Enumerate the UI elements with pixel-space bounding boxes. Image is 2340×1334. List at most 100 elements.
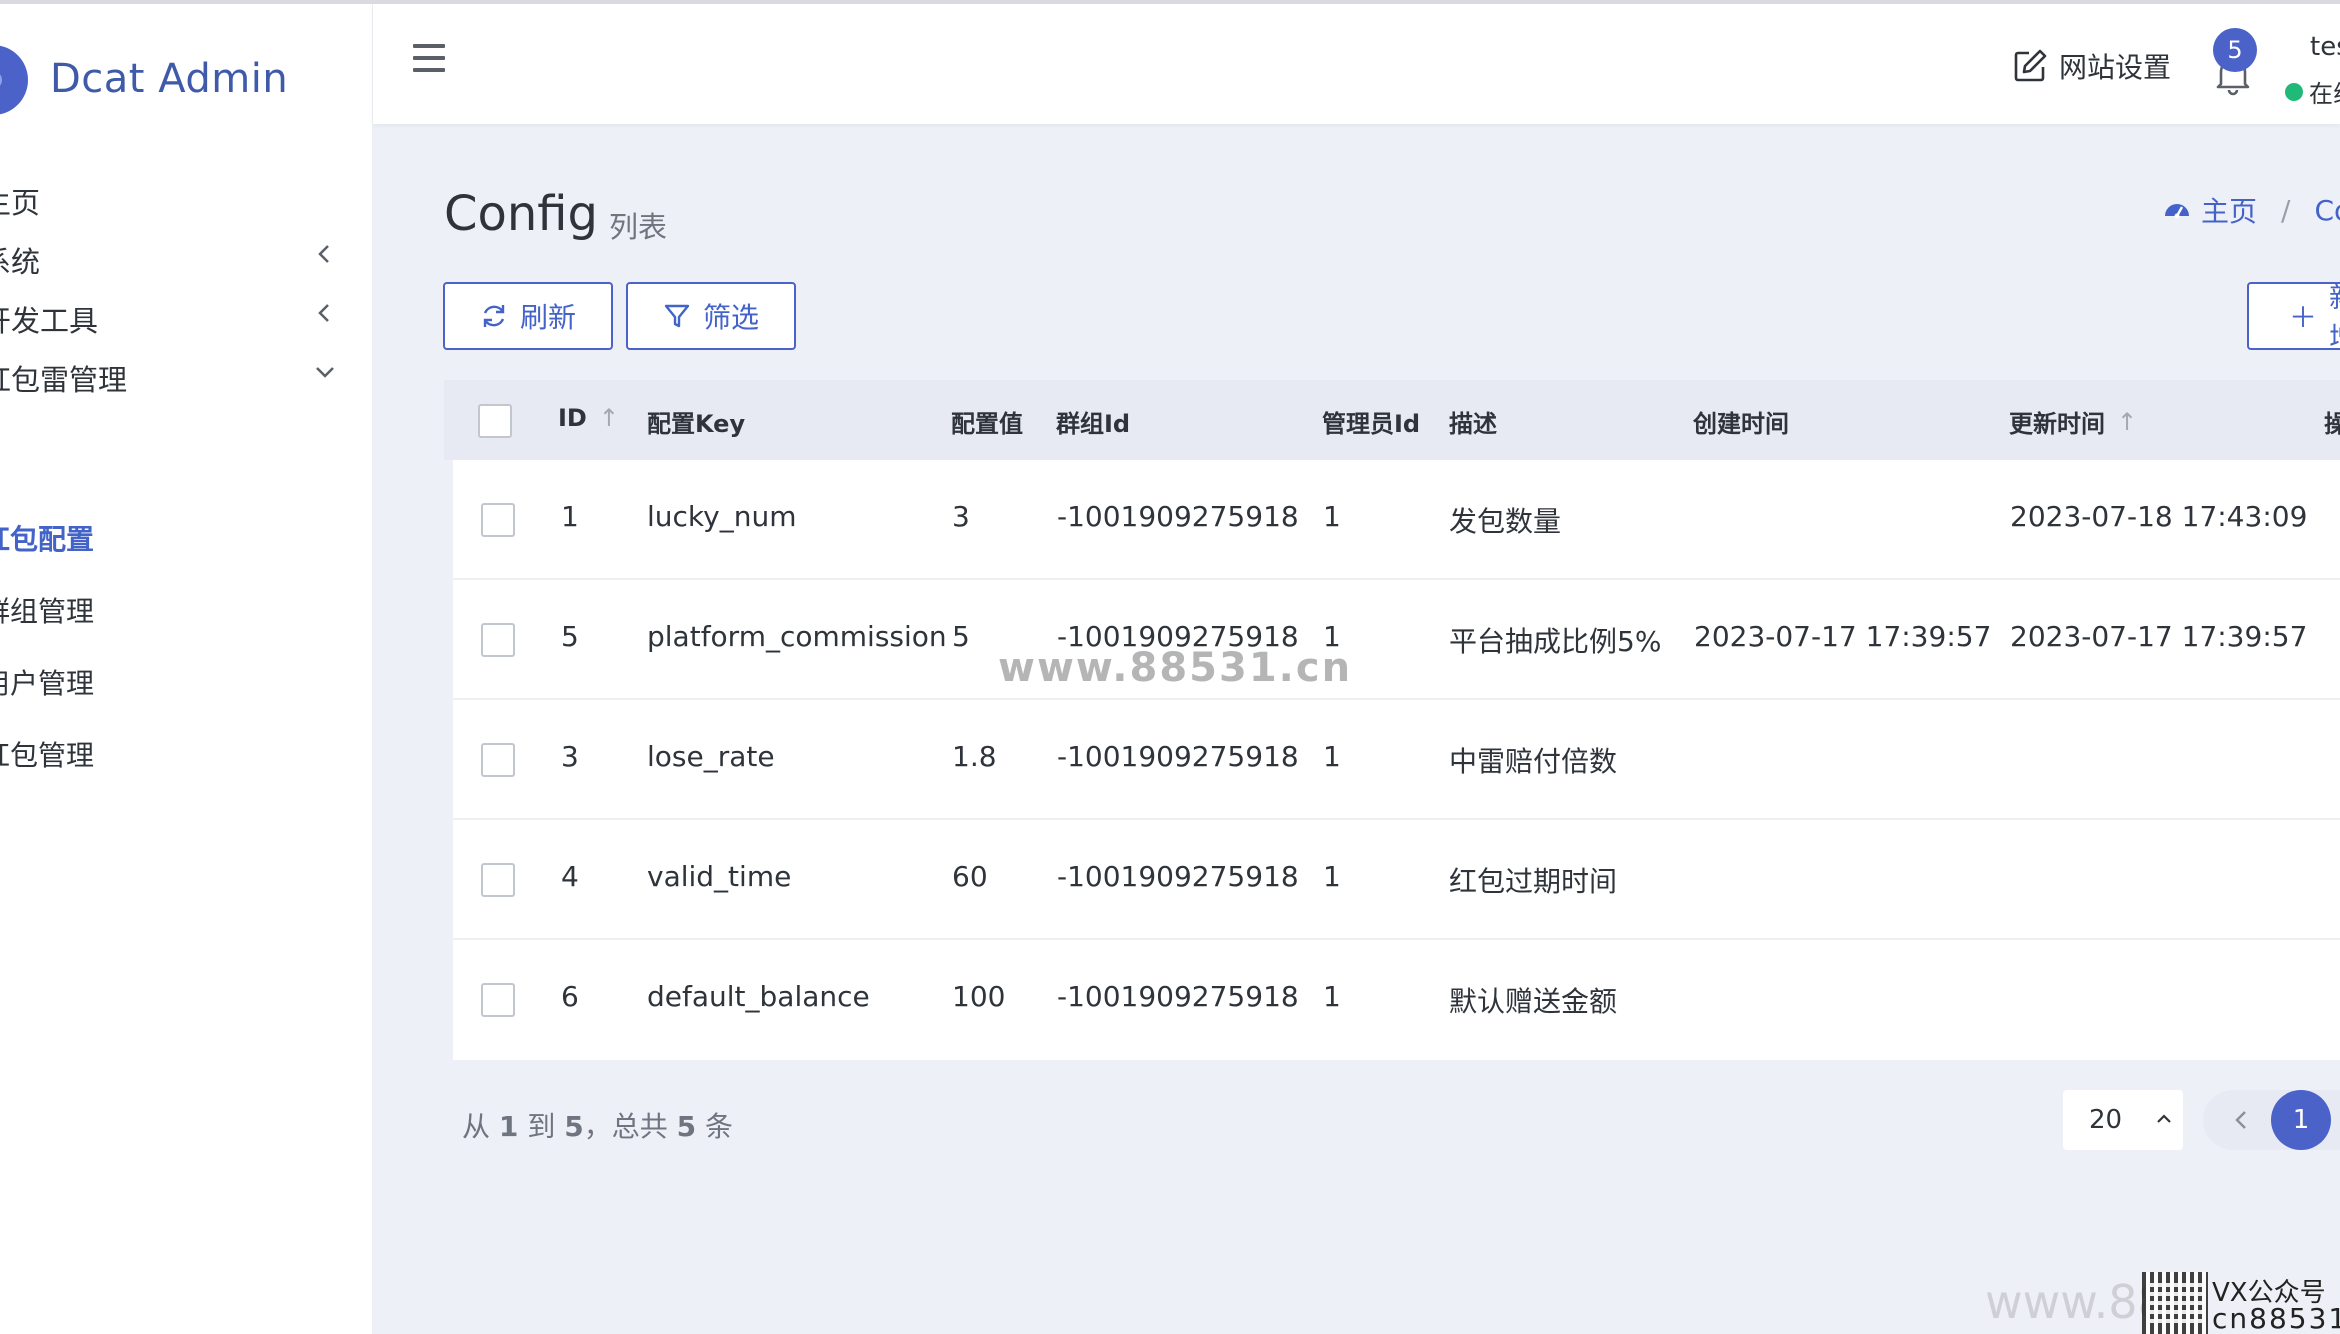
watermark-center: www.88531.cn — [998, 645, 1353, 691]
refresh-button[interactable]: 刷新 — [443, 282, 613, 350]
page-title: Config — [444, 186, 599, 242]
page-button-current[interactable]: 1 — [2271, 1090, 2331, 1150]
refresh-label: 刷新 — [519, 301, 576, 334]
cell-key: platform_commission — [647, 620, 947, 653]
cell-id: 4 — [561, 860, 579, 893]
chevron-left-icon — [318, 304, 329, 322]
notification-badge: 5 — [2213, 28, 2257, 72]
page-subtitle: 列表 — [609, 210, 668, 244]
sidebar-item-dev-tools[interactable]: 开发工具 — [0, 286, 373, 346]
filter-icon — [664, 304, 690, 328]
sidebar-subitem-group-mgmt[interactable]: 群组管理 — [0, 582, 373, 634]
cell-id: 1 — [561, 500, 579, 533]
breadcrumb-separator: / — [2281, 193, 2291, 227]
per-page-select[interactable]: 20 — [2063, 1090, 2183, 1150]
cell-group-id: -1001909275918 — [1057, 860, 1299, 893]
table-header: ID ↑ 配置Key 配置值 群组Id 管理员Id 描述 创建时间 更新时间 ↑… — [444, 380, 2340, 460]
user-status-label: 在线 — [2309, 80, 2340, 108]
cell-value: 1.8 — [952, 740, 997, 773]
row-checkbox[interactable] — [481, 863, 515, 897]
column-header-actions: 操作 — [2324, 410, 2340, 438]
column-header-value: 配置值 — [951, 410, 1023, 438]
user-status: 在线 — [2285, 74, 2340, 109]
select-all-checkbox[interactable] — [478, 404, 512, 438]
chevron-down-icon — [316, 367, 334, 378]
sidebar-item-label: 红包雷管理 — [0, 363, 128, 397]
sidebar-item-redpacket-mgmt[interactable]: 红包雷管理 — [0, 345, 373, 405]
cell-id: 3 — [561, 740, 579, 773]
site-settings-link[interactable]: 网站设置 — [2011, 44, 2171, 88]
chevron-up-icon — [2157, 1114, 2171, 1123]
cell-id: 6 — [561, 980, 579, 1013]
brand[interactable]: Dcat Admin — [0, 4, 373, 154]
sidebar: Dcat Admin 主页 系统 开发工具 红包雷管理 红包配置 群组管理 用户… — [0, 4, 373, 1334]
cell-group-id: -1001909275918 — [1057, 740, 1299, 773]
cell-id: 5 — [561, 620, 579, 653]
cell-key: valid_time — [647, 860, 792, 893]
table-row: 5 platform_commission 5 -1001909275918 1… — [453, 580, 2340, 700]
cell-group-id: -1001909275918 — [1057, 500, 1299, 533]
cell-admin-id: 1 — [1323, 860, 1341, 893]
qr-code — [2142, 1272, 2208, 1334]
cell-value: 5 — [952, 620, 970, 653]
cell-desc: 默认赠送金额 — [1449, 985, 1618, 1018]
brand-logo — [0, 45, 28, 115]
row-checkbox[interactable] — [481, 983, 515, 1017]
cell-desc: 发包数量 — [1449, 505, 1562, 538]
watermark-cn: cn88531 — [2212, 1302, 2340, 1334]
filter-button[interactable]: 筛选 — [626, 282, 796, 350]
new-button[interactable]: ＋ 新增 — [2247, 281, 2340, 354]
cell-desc: 红包过期时间 — [1449, 865, 1618, 898]
table-row: 4 valid_time 60 -1001909275918 1 红包过期时间 — [453, 820, 2340, 940]
sidebar-subitem-label: 用户管理 — [0, 667, 95, 700]
cell-key: lucky_num — [647, 500, 797, 533]
cell-created: 2023-07-17 17:39:57 — [1694, 620, 1992, 653]
column-header-key: 配置Key — [647, 410, 746, 438]
breadcrumb: 主页 / Config — [2163, 190, 2340, 230]
filter-label: 筛选 — [702, 301, 759, 334]
pagination: 1 — [2203, 1090, 2340, 1150]
cell-key: lose_rate — [647, 740, 775, 773]
cell-value: 60 — [952, 860, 988, 893]
cell-updated: 2023-07-18 17:43:09 — [2010, 500, 2308, 533]
edit-icon — [2014, 49, 2047, 82]
brand-name: Dcat Admin — [50, 56, 289, 102]
per-page-value: 20 — [2089, 1105, 2123, 1135]
sidebar-item-label: 开发工具 — [0, 304, 99, 338]
cell-admin-id: 1 — [1323, 500, 1341, 533]
column-header-updated[interactable]: 更新时间 ↑ — [2009, 404, 2137, 439]
column-header-id[interactable]: ID ↑ — [558, 404, 619, 432]
table-row: 6 default_balance 100 -1001909275918 1 默… — [453, 940, 2340, 1060]
column-header-group-id: 群组Id — [1056, 410, 1131, 438]
sort-arrow-up-icon[interactable]: ↑ — [2117, 408, 2137, 436]
row-checkbox[interactable] — [481, 743, 515, 777]
sidebar-item-system[interactable]: 系统 — [0, 227, 373, 287]
cell-key: default_balance — [647, 980, 870, 1013]
chevron-left-icon[interactable] — [2231, 1108, 2251, 1132]
site-settings-label: 网站设置 — [2059, 51, 2172, 84]
cell-admin-id: 1 — [1323, 740, 1341, 773]
column-header-desc: 描述 — [1449, 410, 1497, 438]
breadcrumb-home[interactable]: 主页 — [2201, 190, 2257, 230]
column-header-created: 创建时间 — [1693, 410, 1789, 438]
online-dot — [2285, 82, 2303, 101]
sidebar-subitem-user-mgmt[interactable]: 用户管理 — [0, 654, 373, 706]
dashboard-icon — [2165, 204, 2189, 219]
row-checkbox[interactable] — [481, 623, 515, 657]
sidebar-item-label: 主页 — [0, 186, 41, 220]
table-row: 3 lose_rate 1.8 -1001909275918 1 中雷赔付倍数 — [453, 700, 2340, 820]
sort-arrow-up-icon[interactable]: ↑ — [599, 404, 619, 432]
row-checkbox[interactable] — [481, 503, 515, 537]
sidebar-item-home[interactable]: 主页 — [0, 168, 373, 228]
user-name[interactable]: tes — [2310, 32, 2340, 62]
sidebar-subitem-redpacket-config[interactable]: 红包配置 — [0, 510, 373, 562]
plus-icon: ＋ — [2289, 301, 2318, 334]
sidebar-subitem-label: 红包管理 — [0, 739, 95, 772]
sidebar-item-label: 系统 — [0, 245, 41, 279]
cell-admin-id: 1 — [1323, 980, 1341, 1013]
hamburger-icon[interactable] — [413, 44, 445, 72]
sidebar-subitem-redpacket-list[interactable]: 红包管理 — [0, 726, 373, 778]
sidebar-subitem-label: 红包配置 — [0, 523, 95, 556]
breadcrumb-current[interactable]: Config — [2314, 194, 2340, 227]
refresh-icon — [483, 305, 505, 327]
